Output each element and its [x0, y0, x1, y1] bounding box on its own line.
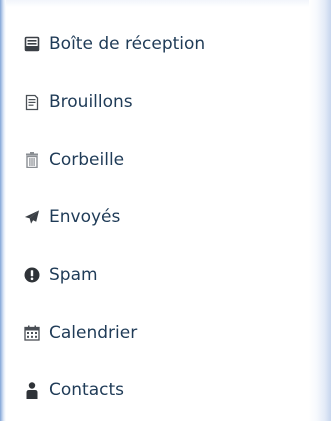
- panel-top-edge: [0, 0, 331, 7]
- inbox-icon: [24, 35, 40, 53]
- menu-item-inbox[interactable]: Boîte de réception: [24, 24, 308, 64]
- menu-item-sent[interactable]: Envoyés: [24, 197, 308, 237]
- menu-item-label: Corbeille: [49, 150, 125, 170]
- menu-item-drafts[interactable]: Brouillons: [24, 82, 308, 122]
- sent-icon: [24, 208, 40, 226]
- menu-item-calendar[interactable]: Calendrier: [24, 313, 308, 353]
- spam-icon: [24, 266, 40, 284]
- trash-icon: [24, 151, 40, 169]
- menu-item-label: Brouillons: [49, 92, 133, 112]
- drafts-icon: [24, 93, 40, 111]
- menu-item-label: Contacts: [49, 380, 124, 400]
- folder-panel: Boîte de réception Brouillons Corbeille …: [0, 0, 331, 421]
- menu-item-contacts[interactable]: Contacts: [24, 370, 308, 410]
- menu-item-label: Spam: [49, 265, 98, 285]
- menu-item-spam[interactable]: Spam: [24, 255, 308, 295]
- menu-item-label: Calendrier: [49, 323, 138, 343]
- menu-item-trash[interactable]: Corbeille: [24, 140, 308, 180]
- calendar-icon: [24, 324, 40, 342]
- contacts-icon: [24, 381, 40, 399]
- panel-left-edge: [0, 0, 6, 421]
- panel-right-edge: [309, 0, 331, 421]
- menu-item-label: Boîte de réception: [49, 34, 206, 54]
- menu-item-label: Envoyés: [49, 207, 121, 227]
